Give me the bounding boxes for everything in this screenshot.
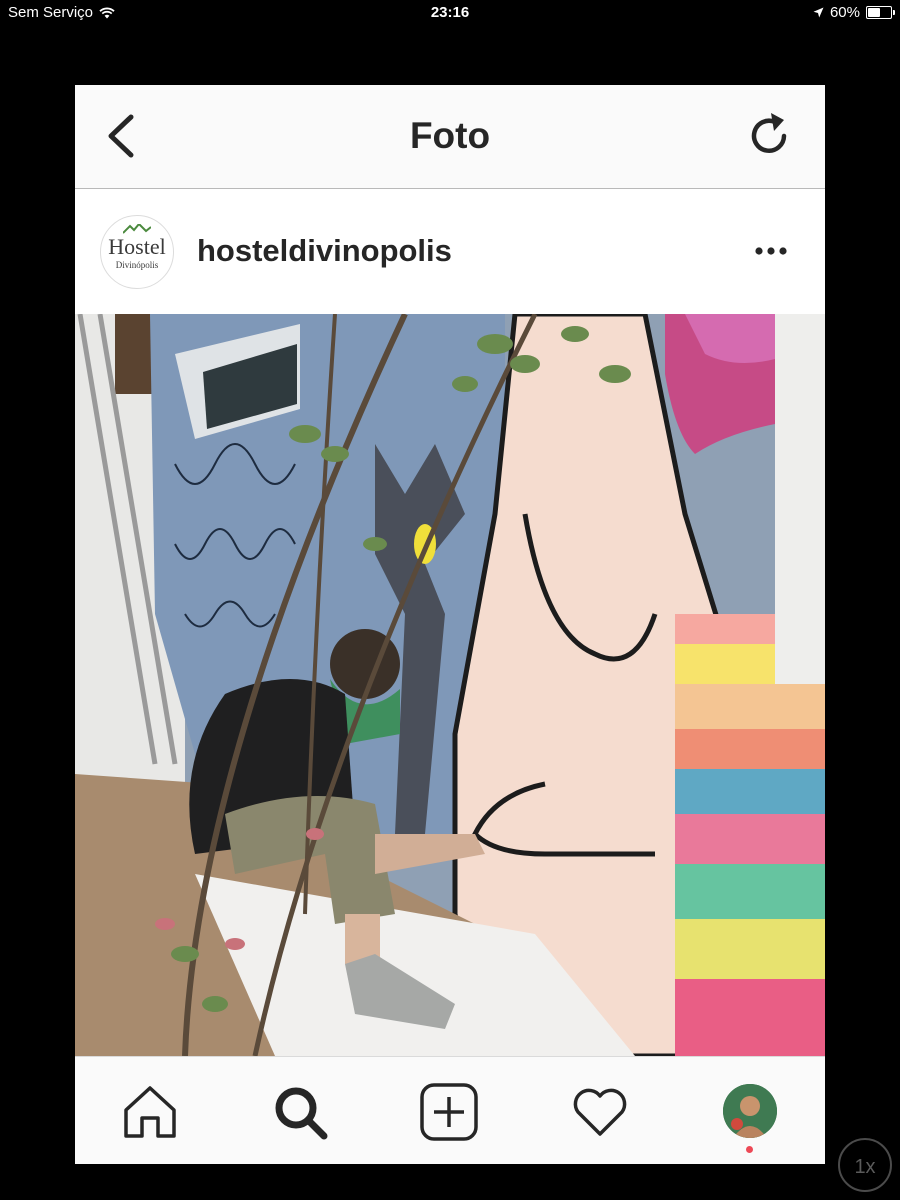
profile-avatar[interactable] (723, 1084, 777, 1138)
home-icon[interactable] (120, 1082, 180, 1142)
instagram-app: Foto Hostel Divinópolis hosteldivinopoli… (75, 85, 825, 1164)
add-post-icon[interactable] (419, 1082, 479, 1142)
status-right: 60% (813, 4, 895, 21)
notification-dot (746, 1146, 753, 1153)
zoom-1x-button[interactable]: 1x (838, 1138, 892, 1192)
avatar-logo-text: Hostel (108, 234, 166, 259)
nav-bar: Foto (75, 85, 825, 189)
avatar-logo-subtext: Divinópolis (115, 260, 159, 270)
battery-percent: 60% (829, 4, 860, 21)
status-bar: Sem Serviço 23:16 60% (0, 0, 900, 26)
tab-bar (75, 1056, 825, 1164)
account-avatar[interactable]: Hostel Divinópolis (100, 215, 174, 289)
post-header: Hostel Divinópolis hosteldivinopolis (75, 189, 825, 314)
profile-photo-image (723, 1084, 777, 1138)
search-icon[interactable] (270, 1082, 330, 1142)
refresh-button[interactable] (745, 111, 795, 161)
battery-level (868, 8, 880, 17)
post-username[interactable]: hosteldivinopolis (197, 233, 452, 269)
battery-icon (866, 6, 895, 19)
mural-photo-image (75, 314, 825, 1056)
status-time: 23:16 (430, 4, 470, 21)
heart-icon[interactable] (570, 1082, 630, 1142)
battery-tip (893, 10, 895, 15)
hostel-logo-roof (123, 224, 151, 234)
post-photo[interactable] (75, 314, 825, 1056)
page-title: Foto (409, 115, 491, 156)
more-options-button[interactable] (753, 241, 793, 261)
location-arrow-icon (813, 7, 824, 18)
